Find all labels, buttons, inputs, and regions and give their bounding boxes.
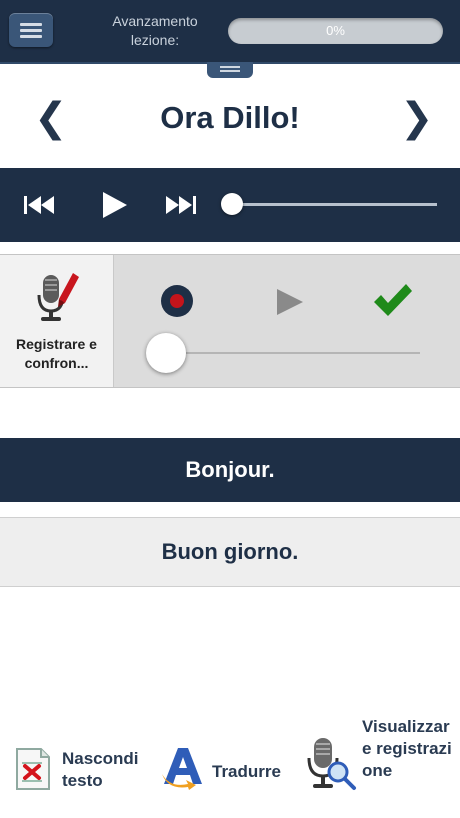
play-icon[interactable] <box>96 189 132 221</box>
previous-arrow-icon[interactable]: ❮ <box>34 96 68 140</box>
hide-text-button[interactable]: Nascondi testo <box>10 740 150 800</box>
playback-track[interactable] <box>232 203 437 206</box>
record-compare-button[interactable]: Registrare e confron... <box>0 255 114 387</box>
skip-forward-icon[interactable] <box>162 189 198 221</box>
play-recording-icon[interactable] <box>274 286 306 318</box>
view-recording-icon <box>307 738 356 790</box>
translated-phrase[interactable]: Buon giorno. <box>0 517 460 587</box>
hamburger-icon <box>20 23 42 26</box>
progress-text: 0% <box>326 23 345 38</box>
record-compare-label: Registrare e confron... <box>16 336 97 371</box>
view-recording-button[interactable]: Visualizzare registrazione <box>300 716 460 814</box>
hide-text-label: Nascondi testo <box>62 749 139 790</box>
next-arrow-icon[interactable]: ❯ <box>400 96 434 140</box>
view-recording-label: Visualizzare registrazione <box>362 717 452 780</box>
record-panel: Registrare e confron... <box>0 254 460 388</box>
translate-icon <box>162 748 202 790</box>
audio-player <box>0 168 460 242</box>
skip-back-icon[interactable] <box>22 189 58 221</box>
record-icon[interactable] <box>159 283 195 319</box>
lesson-progress-bar: 0% <box>228 18 443 44</box>
source-phrase[interactable]: Bonjour. <box>0 438 460 502</box>
menu-button[interactable] <box>9 13 53 47</box>
recording-slider-knob[interactable] <box>146 333 186 373</box>
top-bar: Avanzamento lezione: 0% <box>0 0 460 64</box>
pull-down-tab[interactable] <box>207 62 253 78</box>
microphone-icon <box>37 273 79 321</box>
translate-label: Tradurre <box>212 762 281 781</box>
progress-label: Avanzamento lezione: <box>112 13 198 48</box>
translate-button[interactable]: Tradurre <box>158 740 288 800</box>
hide-text-icon <box>16 748 50 790</box>
playback-slider-knob[interactable] <box>221 193 243 215</box>
recording-track[interactable] <box>166 352 420 354</box>
page-title: Ora Dillo! <box>160 100 300 135</box>
checkmark-icon[interactable] <box>370 280 414 320</box>
